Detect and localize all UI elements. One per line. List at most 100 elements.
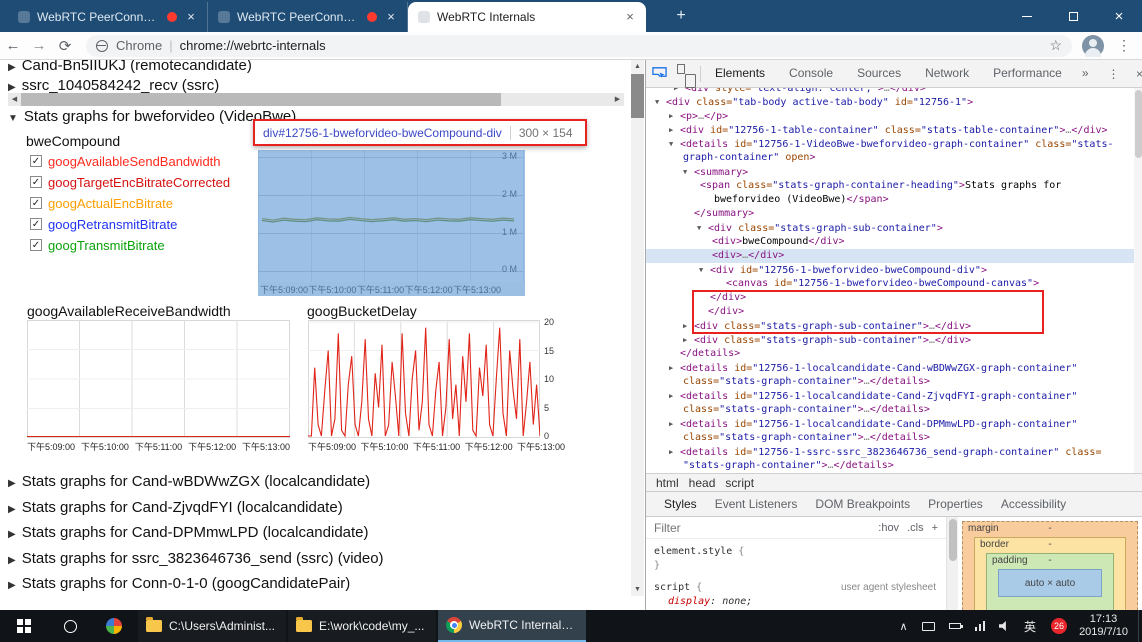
expand-triangle-icon[interactable]: ▶	[683, 333, 694, 347]
code-row[interactable]: </details>	[646, 347, 1142, 361]
tab-close-icon[interactable]: ×	[183, 9, 199, 25]
show-desktop-button[interactable]	[1138, 610, 1142, 642]
checkbox[interactable]: ✓	[30, 218, 42, 230]
code-row[interactable]: graph-container" open>	[646, 151, 1142, 165]
horizontal-scrollbar[interactable]: ◀ ▶	[8, 93, 624, 106]
pseudo-toggle[interactable]: +	[932, 522, 938, 534]
checkbox[interactable]: ✓	[30, 239, 42, 251]
styles-scrollbar[interactable]	[946, 517, 958, 610]
taskbar-clock[interactable]: 17:13 2019/7/10	[1079, 613, 1128, 639]
expand-triangle-icon[interactable]: ▶	[669, 361, 680, 375]
battery-icon[interactable]	[949, 623, 961, 629]
devtools-menu-icon[interactable]: ⋮	[1101, 67, 1127, 81]
taskbar-button[interactable]: WebRTC Internals ...	[438, 610, 586, 642]
browser-tab[interactable]: WebRTC PeerConnection×	[8, 2, 208, 32]
pinned-app-button[interactable]	[92, 610, 136, 642]
code-row[interactable]: class="stats-graph-container">…</details…	[646, 403, 1142, 417]
content-box[interactable]: auto × auto	[998, 569, 1102, 597]
tray-chevron-icon[interactable]: ∧	[899, 620, 907, 633]
checkbox[interactable]: ✓	[30, 197, 42, 209]
pseudo-toggle[interactable]: .cls	[907, 522, 924, 534]
code-row[interactable]: ▶<div id="12756-1-table-container" class…	[646, 123, 1142, 137]
styles-filter-input[interactable]	[646, 521, 816, 535]
expand-triangle-icon[interactable]: ▶	[674, 88, 685, 95]
collapsed-graph-section[interactable]: ▶Stats graphs for Cand-wBDWwZGX (localca…	[8, 473, 370, 490]
sidebar-tab-accessibility[interactable]: Accessibility	[1001, 497, 1066, 511]
new-tab-button[interactable]: +	[668, 7, 694, 25]
url-text[interactable]: chrome://webrtc-internals	[180, 38, 326, 53]
elements-scrollbar[interactable]	[1134, 88, 1142, 473]
sidebar-tab-styles[interactable]: Styles	[664, 497, 697, 511]
back-icon[interactable]: ←	[0, 37, 26, 54]
tab-close-icon[interactable]: ×	[383, 9, 399, 25]
breadcrumb-item[interactable]: html	[656, 476, 679, 490]
expand-triangle-icon[interactable]: ▶	[669, 417, 680, 431]
scroll-down-icon[interactable]: ▼	[631, 583, 644, 596]
expand-triangle-icon[interactable]: ▶	[669, 109, 680, 123]
expand-triangle-icon[interactable]: ▶	[669, 389, 680, 403]
series-checkbox-row[interactable]: ✓googTransmitBitrate	[30, 236, 165, 254]
code-row[interactable]: ▶<details id="12756-1-localcandidate-Can…	[646, 417, 1142, 431]
scrollbar-thumb[interactable]	[949, 519, 957, 561]
breadcrumb-item[interactable]: script	[725, 476, 754, 490]
code-row[interactable]: ▼<div id="12756-1-bweforvideo-bweCompoun…	[646, 263, 1142, 277]
border-top-value[interactable]: -	[1048, 539, 1051, 550]
code-row[interactable]: <div>…</div>	[646, 249, 1142, 263]
css-declaration[interactable]: display: none;	[654, 595, 946, 609]
code-row[interactable]: ▼<summary>	[646, 165, 1142, 179]
code-row[interactable]: class="stats-graph-container">…</details…	[646, 375, 1142, 389]
cortana-search-button[interactable]	[48, 610, 92, 642]
scroll-right-icon[interactable]: ▶	[611, 93, 624, 106]
scroll-up-icon[interactable]: ▲	[631, 60, 644, 73]
scroll-left-icon[interactable]: ◀	[8, 93, 21, 106]
scrollbar-thumb[interactable]	[631, 74, 644, 118]
profile-avatar[interactable]	[1082, 35, 1104, 57]
omnibox[interactable]: Chrome | chrome://webrtc-internals ☆	[86, 35, 1072, 57]
scrollbar-thumb[interactable]	[21, 93, 501, 106]
collapsed-graph-section[interactable]: ▶Stats graphs for Cand-DPMmwLPD (localca…	[8, 524, 369, 541]
browser-tab[interactable]: WebRTC Internals×	[408, 2, 646, 32]
collapsed-graph-section[interactable]: ▶Stats graphs for Conn-0-1-0 (googCandid…	[8, 575, 350, 592]
devtools-tab-performance[interactable]: Performance	[987, 60, 1068, 87]
breadcrumb-item[interactable]: head	[689, 476, 716, 490]
code-row[interactable]: ▶<details id="12756-1-localcandidate-Can…	[646, 361, 1142, 375]
code-row[interactable]: <canvas id="12756-1-bweforvideo-bweCompo…	[646, 277, 1142, 291]
notification-badge[interactable]: 26	[1051, 618, 1067, 634]
scrollbar-thumb[interactable]	[1135, 90, 1142, 158]
checkbox[interactable]: ✓	[30, 176, 42, 188]
collapse-triangle-icon[interactable]: ▼	[669, 137, 680, 151]
margin-top-value[interactable]: -	[1048, 523, 1051, 534]
series-checkbox-row[interactable]: ✓googAvailableSendBandwidth	[30, 152, 221, 170]
code-row[interactable]: <div>bweCompound</div>	[646, 235, 1142, 249]
volume-icon[interactable]	[999, 621, 1010, 631]
checkbox[interactable]: ✓	[30, 155, 42, 167]
stats-list-item[interactable]: ▶Cand-Bn5IIUKJ (remotecandidate)	[8, 60, 252, 74]
code-row[interactable]: "stats-graph-container">…</details>	[646, 459, 1142, 473]
sidebar-tab-event-listeners[interactable]: Event Listeners	[715, 497, 798, 511]
padding-top-value[interactable]: -	[1048, 555, 1051, 566]
browser-menu-icon[interactable]: ⋮	[1112, 37, 1136, 54]
window-close-button[interactable]: ×	[1096, 0, 1142, 32]
code-row[interactable]: <span class="stats-graph-container-headi…	[646, 179, 1142, 193]
page-vertical-scrollbar[interactable]: ▲ ▼	[631, 60, 644, 596]
script-rule[interactable]: script {user agent stylesheet	[654, 581, 946, 595]
sidebar-tab-properties[interactable]: Properties	[928, 497, 983, 511]
inspect-element-icon[interactable]	[646, 65, 672, 83]
series-checkbox-row[interactable]: ✓googRetransmitBitrate	[30, 215, 177, 233]
collapse-triangle-icon[interactable]: ▼	[699, 263, 710, 277]
minimize-button[interactable]	[1004, 0, 1050, 32]
code-row[interactable]: ▶<p>…</p>	[646, 109, 1142, 123]
maximize-button[interactable]	[1050, 0, 1096, 32]
monitor-icon[interactable]	[922, 622, 935, 631]
code-row[interactable]: class="stats-graph-container">…</details…	[646, 431, 1142, 445]
bookmark-star-icon[interactable]: ☆	[1049, 37, 1062, 54]
code-row[interactable]: bweforvideo (VideoBwe)</span>	[646, 193, 1142, 207]
sidebar-tab-dom-breakpoints[interactable]: DOM Breakpoints	[815, 497, 910, 511]
inline-style-rule[interactable]: element.style {	[654, 545, 946, 559]
code-row[interactable]: </summary>	[646, 207, 1142, 221]
ime-indicator[interactable]: 英	[1024, 618, 1036, 635]
expand-triangle-icon[interactable]: ▶	[669, 123, 680, 137]
collapsed-graph-section[interactable]: ▶Stats graphs for Cand-ZjvqdFYI (localca…	[8, 499, 343, 516]
pseudo-toggle[interactable]: :hov	[878, 522, 899, 534]
devtools-tab-console[interactable]: Console	[783, 60, 839, 87]
